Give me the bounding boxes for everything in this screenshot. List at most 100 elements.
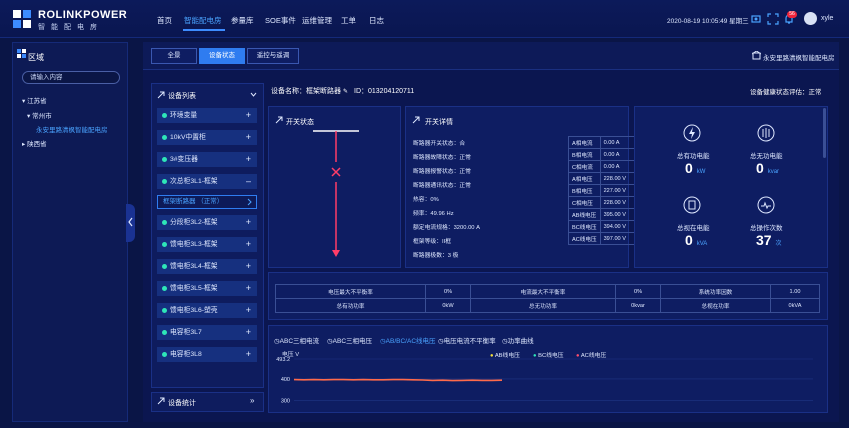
detail-panel-icon	[412, 116, 420, 124]
stat-value: 0 kW	[685, 160, 706, 176]
device-item[interactable]: 3#变压器 +	[157, 152, 257, 167]
nav-home[interactable]: 首页	[157, 15, 172, 26]
sub-device-breaker[interactable]: 框架断路器 （正常）	[157, 195, 257, 209]
chart-tab[interactable]: ◷ABC三相电压	[327, 335, 372, 345]
detail-kv: 断路器极数：3 极	[413, 253, 459, 259]
region-search-input[interactable]: 请输入内容	[22, 71, 120, 84]
stat-value: 0 kvar	[756, 160, 780, 176]
notification-badge: 56	[787, 11, 797, 18]
region-title: 区域	[28, 53, 44, 62]
detail-kv: 热容：0%	[413, 197, 439, 203]
table-row: BC线电压 394.00 V	[568, 220, 637, 233]
detail-kv: 频率：49.96 Hz	[413, 211, 454, 217]
brand-name: ROLINKPOWER	[38, 9, 128, 21]
detail-kv: 断路器故障状态：正常	[413, 155, 471, 161]
table-row: C相电流 0.00 A	[568, 160, 637, 173]
detail-kv: 断路器报警状态：正常	[413, 169, 471, 175]
device-item[interactable]: 馈电柜3L5-框架 +	[157, 281, 257, 296]
table-row: A相电流 0.00 A	[568, 136, 637, 149]
nav-log[interactable]: 日志	[369, 15, 384, 26]
chevron-left-icon	[128, 217, 133, 227]
nav-smart-room[interactable]: 智能配电房	[184, 15, 222, 26]
user-name[interactable]: xyle	[821, 15, 833, 22]
chart-tab[interactable]: ◷ABC三相电流	[274, 335, 319, 345]
site-name: 永安里路清枫智能配电房	[763, 55, 835, 62]
nav-workorder[interactable]: 工单	[341, 15, 356, 26]
device-stats-title: 设备统计	[168, 400, 196, 407]
table-row: 电压最大不平衡率 0% 电流最大不平衡率 0% 系统功率因数 1.00	[275, 284, 820, 299]
operation-count-icon	[757, 196, 775, 214]
tree-site[interactable]: 永安里路清枫智能配电房	[36, 124, 108, 134]
device-list-title: 设备列表	[168, 93, 196, 100]
nav-active-indicator	[183, 29, 225, 31]
chart-tab[interactable]: ◷功率曲线	[502, 335, 534, 345]
stats-icon	[157, 397, 165, 405]
y-tick-label: 300	[281, 398, 290, 404]
tab-device-status[interactable]: 设备状态	[199, 48, 245, 64]
breaker-diagram	[313, 130, 359, 257]
tab-panorama[interactable]: 全景	[151, 48, 197, 64]
nav-param-lib[interactable]: 参量库	[231, 15, 254, 26]
apparent-energy-icon	[683, 196, 701, 214]
nav-maintenance[interactable]: 运维管理	[302, 15, 332, 26]
y-tick-label: 493.2	[276, 357, 290, 363]
stat-value: 0 kVA	[685, 232, 708, 248]
detail-kv: 额定电流规格：3200.00 A	[413, 225, 481, 231]
device-item[interactable]: 次总柜3L1-框架 –	[157, 174, 257, 189]
chevron-right-icon	[247, 198, 252, 206]
device-item[interactable]: 馈电柜3L4-框架 +	[157, 259, 257, 274]
table-row: B相电压 227.00 V	[568, 184, 637, 197]
stat-label: 总无功电能	[750, 153, 783, 160]
device-item[interactable]: 电容柜3L7 +	[157, 325, 257, 340]
device-name: 设备名称：框架断路器 ✎	[271, 88, 348, 95]
y-tick-label: 400	[281, 377, 290, 383]
building-icon	[752, 51, 761, 60]
table-row: 总有功功率 0kW 总无功功率 0kvar 总视在功率 0kVA	[275, 298, 820, 313]
stat-label: 总视在电能	[677, 225, 710, 232]
device-item[interactable]: 电容柜3L8 +	[157, 347, 257, 362]
stats-scrollbar[interactable]	[823, 108, 826, 158]
device-item[interactable]: 10kV中置柜 +	[157, 130, 257, 145]
table-row: C相电压 228.00 V	[568, 196, 637, 209]
device-health: 设备健康状态评估：正常	[750, 89, 822, 96]
logo-icon	[13, 10, 31, 28]
stat-label: 总有功电能	[677, 153, 710, 160]
table-row: AC线电压 397.00 V	[568, 232, 637, 245]
detail-kv: 框架等级：II框	[413, 239, 452, 245]
avatar[interactable]	[804, 12, 817, 25]
tree-jiangsu[interactable]: ▾ 江苏省	[22, 95, 47, 105]
reactive-energy-icon	[757, 124, 775, 142]
tree-changzhou[interactable]: ▾ 常州市	[27, 110, 52, 120]
datetime: 2020-08-19 10:05:49 星期三	[667, 18, 749, 25]
table-row: B相电流 0.00 A	[568, 148, 637, 161]
tab-remote-control[interactable]: 遥控与遥调	[247, 48, 299, 64]
brand-subtitle: 智能配电房	[38, 24, 103, 31]
device-item[interactable]: 馈电柜3L3-框架 +	[157, 237, 257, 252]
device-item[interactable]: 环境变量 +	[157, 108, 257, 123]
series-line-AC线电压	[293, 378, 503, 382]
device-list-panel	[151, 83, 264, 388]
fullscreen-icon[interactable]	[767, 13, 779, 25]
tree-shaanxi[interactable]: ▸ 陕西省	[22, 138, 47, 148]
stat-label: 总操作次数	[750, 225, 783, 232]
table-row: A相电压 228.00 V	[568, 172, 637, 185]
device-item[interactable]: 馈电柜3L6-塑壳 +	[157, 303, 257, 318]
region-icon	[17, 49, 26, 58]
device-id: ID：013204120711	[354, 88, 415, 95]
chart-tab[interactable]: ◷电压电流不平衡率	[438, 335, 496, 345]
table-row: AB线电压 395.00 V	[568, 208, 637, 221]
detail-panel-title: 开关详情	[425, 119, 453, 126]
summary-table: 电压最大不平衡率 0% 电流最大不平衡率 0% 系统功率因数 1.00 总有功功率 0k…	[275, 284, 820, 313]
device-list-icon	[157, 91, 165, 99]
double-chevron-icon[interactable]: »	[250, 396, 254, 405]
voltage-line-chart: 493.2 400 300	[276, 357, 813, 404]
nav-soe[interactable]: SOE事件	[265, 15, 296, 26]
energy-stats-panel	[634, 106, 828, 268]
chart-tab[interactable]: ◷AB/BC/AC线电压	[380, 335, 436, 345]
switch-panel-icon	[275, 116, 283, 124]
screenshot-icon[interactable]	[750, 13, 762, 25]
chevron-down-icon[interactable]	[250, 91, 257, 98]
detail-kv: 断路器通讯状态：正常	[413, 183, 471, 189]
device-item[interactable]: 分段柜3L2-框架 +	[157, 215, 257, 230]
electrical-table: A相电流 0.00 A B相电流 0.00 A C相电流 0.00 A A相电压 228…	[568, 136, 637, 245]
